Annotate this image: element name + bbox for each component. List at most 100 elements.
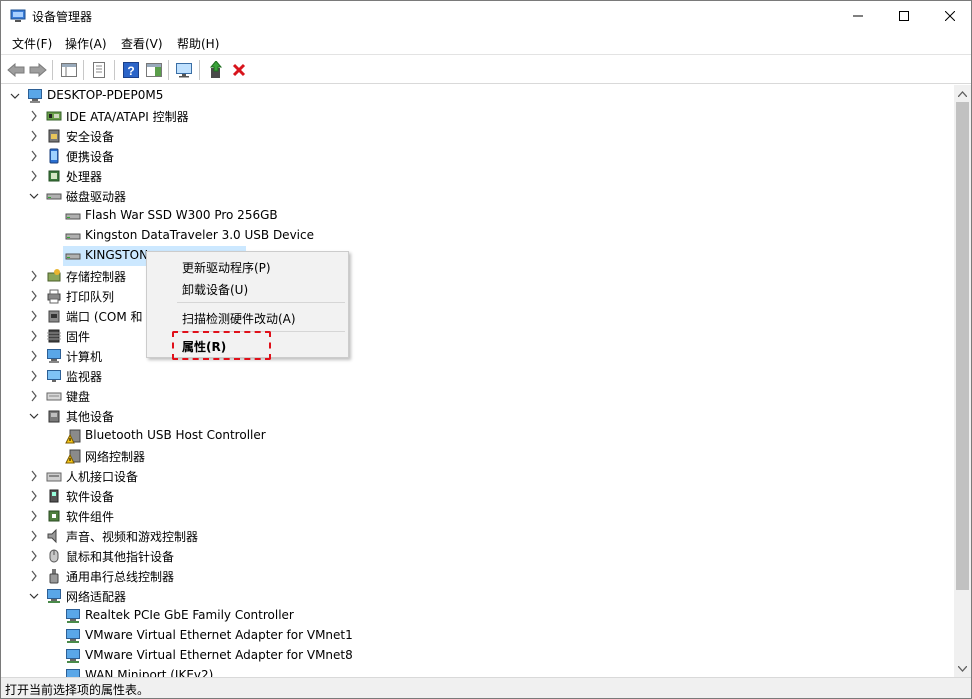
chevron-right-icon[interactable] [28, 388, 40, 404]
back-button[interactable] [5, 59, 27, 81]
forward-button[interactable] [27, 59, 49, 81]
forward-arrow-icon [29, 63, 47, 77]
chevron-right-icon[interactable] [28, 468, 40, 484]
tree-item-label: 通用串行总线控制器 [66, 570, 175, 584]
menu-file[interactable]: 文件(F) [12, 35, 52, 52]
chevron-down-icon[interactable] [28, 408, 40, 424]
tree-category[interactable]: 安全设备 [1, 126, 954, 146]
disk-drive-icon [65, 213, 81, 220]
chevron-right-icon[interactable] [28, 328, 40, 344]
chevron-right-icon[interactable] [28, 348, 40, 364]
tree-category[interactable]: 处理器 [1, 166, 954, 186]
chevron-right-icon[interactable] [28, 268, 40, 284]
menu-action[interactable]: 操作(A) [65, 35, 107, 52]
uninstall-button[interactable] [228, 59, 250, 81]
close-button[interactable] [927, 1, 971, 31]
tree-category[interactable]: 通用串行总线控制器 [1, 566, 954, 586]
chevron-right-icon[interactable] [28, 308, 40, 324]
chevron-right-icon[interactable] [28, 548, 40, 564]
tree-device[interactable]: VMware Virtual Ethernet Adapter for VMne… [1, 646, 954, 666]
tree-category[interactable]: 声音、视频和游戏控制器 [1, 526, 954, 546]
tree-category[interactable]: 人机接口设备 [1, 466, 954, 486]
tree-root-label: DESKTOP-PDEP0M5 [47, 88, 164, 102]
update-driver-button[interactable] [205, 59, 227, 81]
mouse-icon [49, 549, 59, 563]
tree-device[interactable]: 网络控制器 [1, 446, 954, 466]
tree-device[interactable]: Realtek PCIe GbE Family Controller [1, 606, 954, 626]
toolbar: ? [1, 54, 971, 84]
tree-category[interactable]: 其他设备 [1, 406, 954, 426]
menu-uninstall-device[interactable]: 卸载设备(U) [147, 277, 348, 299]
scroll-thumb[interactable] [956, 102, 969, 590]
storage-controller-icon [47, 269, 61, 282]
tree-category[interactable]: 固件 [1, 326, 954, 346]
chevron-right-icon[interactable] [28, 528, 40, 544]
tree-category[interactable]: 鼠标和其他指针设备 [1, 546, 954, 566]
tree-item-label: VMware Virtual Ethernet Adapter for VMne… [85, 628, 353, 642]
tree-category[interactable]: 键盘 [1, 386, 954, 406]
tree-device[interactable]: KINGSTON [1, 246, 954, 266]
title-bar[interactable]: 设备管理器 [1, 1, 971, 32]
scan-hardware-button[interactable] [174, 59, 196, 81]
menu-uninstall-device-label: 卸载设备(U) [182, 283, 249, 297]
tree-category[interactable]: IDE ATA/ATAPI 控制器 [1, 106, 954, 126]
tree-item-label: 声音、视频和游戏控制器 [66, 530, 199, 544]
chevron-down-icon[interactable] [28, 588, 40, 604]
tree-device[interactable]: Bluetooth USB Host Controller [1, 426, 954, 446]
svg-text:?: ? [127, 64, 134, 78]
back-arrow-icon [7, 63, 25, 77]
tree-item-label: 安全设备 [66, 130, 115, 144]
tree-category[interactable]: 便携设备 [1, 146, 954, 166]
help-button[interactable]: ? [120, 59, 142, 81]
tree-item-label: 软件组件 [66, 510, 115, 524]
vertical-scrollbar[interactable] [954, 85, 971, 677]
update-driver-icon [209, 61, 223, 78]
properties-sheet-button[interactable] [88, 59, 110, 81]
device-tree[interactable]: DESKTOP-PDEP0M5 IDE ATA/ATAPI 控制器安全设备便携设… [1, 85, 954, 677]
tree-device[interactable]: WAN Miniport (IKEv2) [1, 666, 954, 677]
tree-category[interactable]: 存储控制器 [1, 266, 954, 286]
tree-category[interactable]: 端口 (COM 和 [1, 306, 954, 326]
tree-device[interactable]: Kingston DataTraveler 3.0 USB Device [1, 226, 954, 246]
maximize-button[interactable] [881, 1, 927, 31]
chevron-down-icon[interactable] [28, 188, 40, 204]
menu-scan-hardware[interactable]: 扫描检测硬件改动(A) [147, 306, 348, 328]
tree-item-label: 处理器 [66, 170, 103, 184]
hid-icon [46, 472, 62, 482]
chevron-right-icon[interactable] [28, 508, 40, 524]
chevron-right-icon[interactable] [28, 368, 40, 384]
tree-category[interactable]: 监视器 [1, 366, 954, 386]
software-component-icon [48, 510, 60, 522]
chevron-right-icon[interactable] [28, 168, 40, 184]
portable-device-icon [49, 148, 59, 164]
menu-view[interactable]: 查看(V) [121, 35, 163, 52]
tree-category[interactable]: 软件设备 [1, 486, 954, 506]
tree-item-label: 计算机 [66, 350, 103, 364]
tree-category[interactable]: 网络适配器 [1, 586, 954, 606]
action-pane-button[interactable] [143, 59, 165, 81]
menu-update-driver[interactable]: 更新驱动程序(P) [147, 255, 348, 277]
chevron-right-icon[interactable] [28, 288, 40, 304]
chevron-right-icon[interactable] [28, 148, 40, 164]
network-adapter-icon [66, 649, 80, 663]
show-hide-console-tree-button[interactable] [58, 59, 80, 81]
printer-icon [47, 289, 61, 304]
chevron-down-icon[interactable] [9, 88, 21, 104]
scroll-down-button[interactable] [954, 660, 971, 677]
tree-root[interactable]: DESKTOP-PDEP0M5 [1, 86, 954, 106]
tree-item-label: 便携设备 [66, 150, 115, 164]
tree-category[interactable]: 磁盘驱动器 [1, 186, 954, 206]
menu-help[interactable]: 帮助(H) [177, 35, 219, 52]
tree-category[interactable]: 计算机 [1, 346, 954, 366]
tree-category[interactable]: 软件组件 [1, 506, 954, 526]
tree-device[interactable]: Flash War SSD W300 Pro 256GB [1, 206, 954, 226]
scroll-up-button[interactable] [954, 85, 971, 102]
tree-item-label: KINGSTON [85, 248, 149, 262]
minimize-button[interactable] [835, 1, 881, 31]
chevron-right-icon[interactable] [28, 568, 40, 584]
tree-category[interactable]: 打印队列 [1, 286, 954, 306]
chevron-right-icon[interactable] [28, 488, 40, 504]
chevron-right-icon[interactable] [28, 128, 40, 144]
tree-device[interactable]: VMware Virtual Ethernet Adapter for VMne… [1, 626, 954, 646]
chevron-right-icon[interactable] [28, 108, 40, 124]
